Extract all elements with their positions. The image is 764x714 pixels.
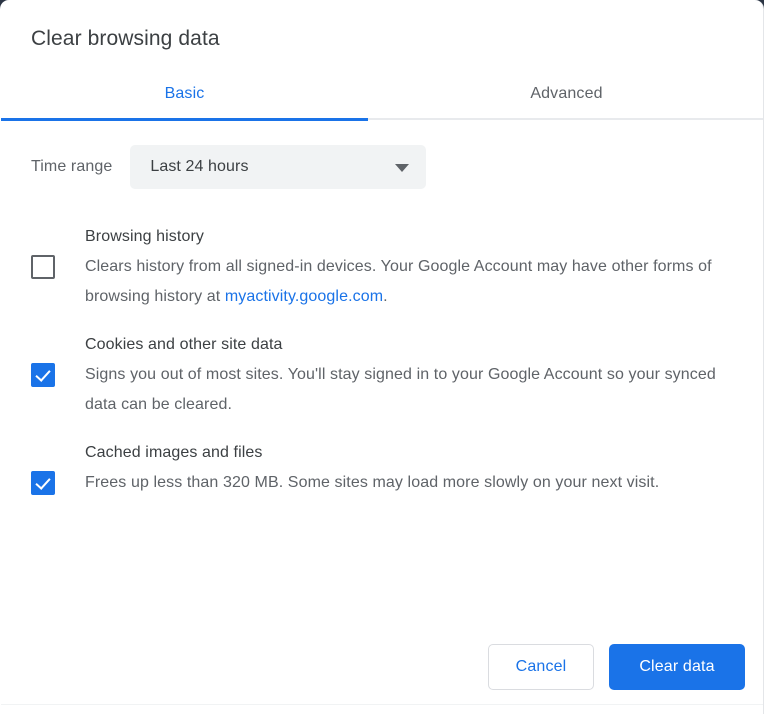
option-title: Browsing history (85, 228, 204, 245)
time-range-label: Time range (31, 158, 113, 175)
checkbox-cookies[interactable] (31, 363, 55, 387)
dialog-footer: Cancel Clear data (1, 629, 763, 705)
time-range-value: Last 24 hours (150, 158, 249, 175)
option-browsing-history: Browsing history Clears history from all… (1, 222, 763, 312)
tab-strip: Basic Advanced (1, 70, 763, 120)
option-title: Cookies and other site data (85, 336, 283, 353)
clear-data-button[interactable]: Clear data (609, 643, 745, 690)
checkbox-cached-images[interactable] (31, 471, 55, 495)
options-list: Browsing history Clears history from all… (1, 222, 763, 516)
time-range-select[interactable]: Last 24 hours (130, 145, 427, 189)
checkbox-browsing-history[interactable] (31, 255, 55, 279)
option-title: Cached images and files (85, 444, 263, 461)
option-description: Clears history from all signed-in device… (85, 252, 733, 312)
clear-browsing-data-dialog: Clear browsing data Basic Advanced Time … (0, 0, 764, 714)
cancel-button[interactable]: Cancel (488, 643, 594, 690)
option-cookies: Cookies and other site data Signs you ou… (1, 330, 763, 420)
option-description: Signs you out of most sites. You'll stay… (85, 366, 716, 413)
dialog-title: Clear browsing data (31, 27, 220, 50)
time-range-row: Time range Last 24 hours (31, 145, 427, 189)
myactivity-link[interactable]: myactivity.google.com (225, 288, 383, 305)
option-description: Frees up less than 320 MB. Some sites ma… (85, 474, 660, 491)
tab-basic[interactable]: Basic (1, 70, 368, 118)
tab-advanced[interactable]: Advanced (368, 70, 763, 118)
option-description-tail: . (383, 288, 388, 305)
chevron-down-icon (395, 164, 410, 172)
option-description-text: Clears history from all signed-in device… (85, 258, 712, 305)
tab-active-indicator (1, 118, 368, 121)
option-cached-images: Cached images and files Frees up less th… (1, 438, 763, 498)
